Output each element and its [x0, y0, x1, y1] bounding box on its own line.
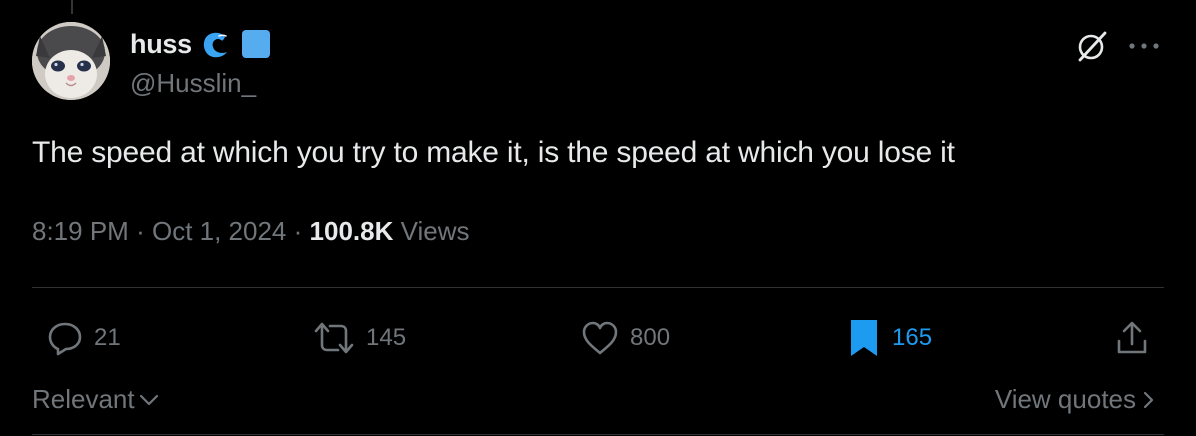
wave-badge-icon [200, 28, 232, 60]
tweet-time[interactable]: 8:19 PM [32, 216, 129, 246]
like-count: 800 [630, 324, 671, 351]
like-button[interactable]: 800 [580, 318, 670, 358]
chevron-right-icon [1143, 391, 1154, 408]
author-display-name[interactable]: huss [130, 29, 192, 60]
author-handle[interactable]: @Husslin_ [130, 68, 256, 99]
reply-icon [48, 322, 82, 356]
repost-count: 145 [366, 324, 407, 351]
chevron-down-icon [139, 394, 158, 405]
reply-count: 21 [94, 324, 121, 351]
bookmark-filled-icon [851, 320, 877, 356]
view-quotes-label: View quotes [994, 384, 1136, 414]
sort-replies-dropdown[interactable]: Relevant [32, 384, 161, 415]
repost-icon [314, 322, 354, 354]
divider [32, 287, 1164, 288]
bookmark-count: 165 [892, 324, 933, 351]
sort-label: Relevant [32, 384, 135, 414]
share-button[interactable] [1114, 318, 1150, 358]
bookmark-button[interactable]: 165 [846, 318, 932, 358]
kitten-avatar-image [32, 22, 110, 100]
tweet-meta: 8:19 PM · Oct 1, 2024 · 100.8K Views [32, 216, 470, 247]
meta-separator: · [136, 216, 145, 246]
grok-icon[interactable] [1072, 28, 1112, 64]
reply-button[interactable]: 21 [46, 318, 121, 358]
heart-icon [582, 321, 618, 355]
views-label: Views [400, 216, 470, 246]
thread-connector-line [71, 0, 73, 14]
more-options-icon[interactable] [1124, 28, 1164, 64]
author-name-row: huss [130, 26, 272, 62]
blue-square-badge-icon [240, 28, 272, 60]
views-count: 100.8K [309, 216, 394, 246]
repost-button[interactable]: 145 [312, 318, 406, 358]
meta-separator: · [293, 216, 303, 246]
tweet-date[interactable]: Oct 1, 2024 [152, 216, 286, 246]
view-quotes-link[interactable]: View quotes [995, 384, 1156, 415]
divider [32, 434, 1164, 435]
tweet-text: The speed at which you try to make it, i… [32, 136, 955, 169]
share-icon [1117, 321, 1147, 354]
avatar[interactable] [32, 22, 110, 100]
